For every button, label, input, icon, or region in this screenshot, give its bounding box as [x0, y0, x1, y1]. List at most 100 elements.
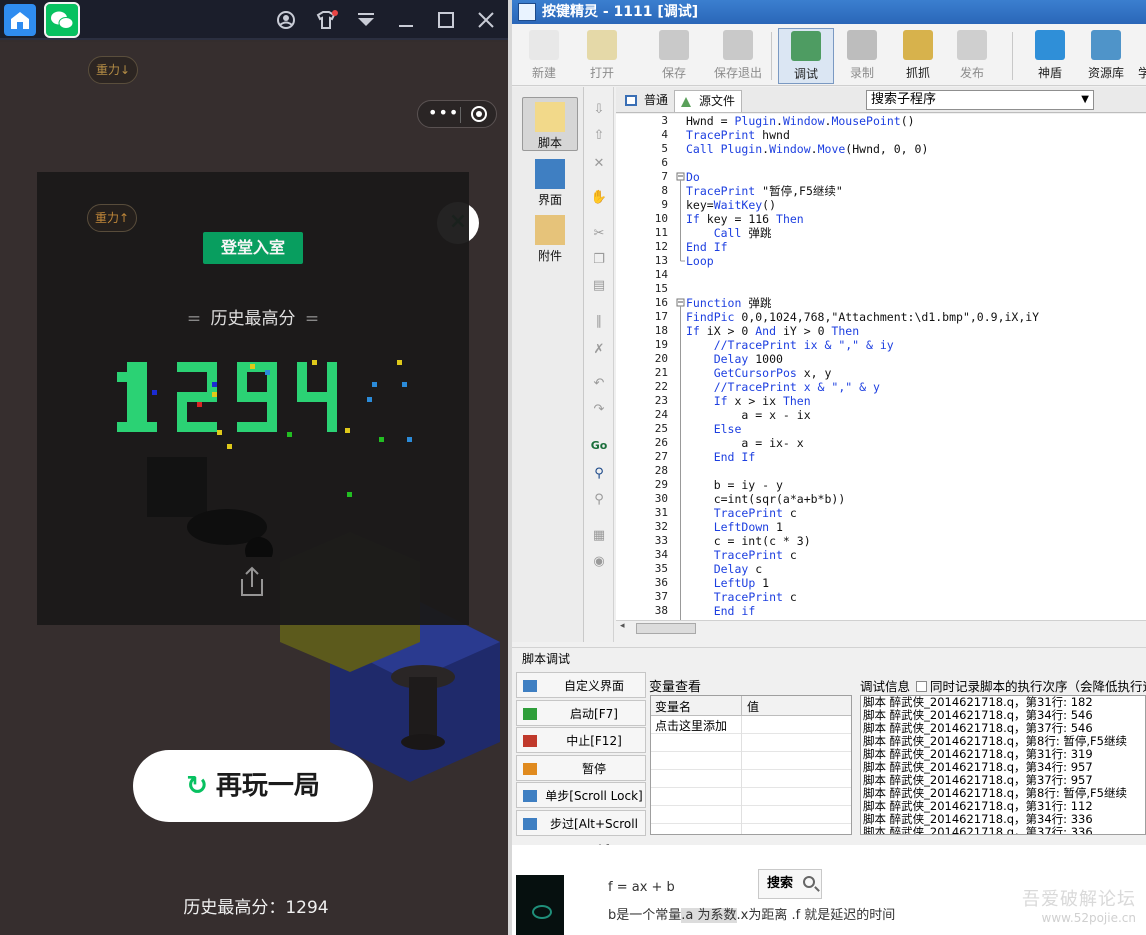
rank-badge-button[interactable]: 登堂入室 [203, 232, 303, 264]
score-digit [237, 362, 277, 432]
step-button[interactable]: 单步[Scroll Lock] [516, 782, 646, 808]
subroutine-search-select[interactable]: 搜索子程序 ▼ [866, 90, 1094, 110]
step-over-button[interactable]: 步过[Alt+Scroll Lock] [516, 809, 646, 857]
delete-icon[interactable]: ✕ [590, 155, 608, 173]
miniprogram-capsule[interactable]: ••• [417, 100, 497, 128]
copy-icon[interactable]: ❐ [590, 251, 608, 269]
code-line: If x > ix Then [713, 394, 811, 408]
find-icon[interactable]: ⚲ [590, 465, 608, 483]
ide-title: 按键精灵 - 1111 [调试] [542, 4, 699, 20]
close-window-icon[interactable] [475, 10, 497, 30]
table-row [651, 808, 851, 824]
breakpoint-gutter[interactable] [616, 114, 636, 620]
toolbar-record-camera-button[interactable]: 录制 [834, 28, 890, 84]
tab-normal[interactable]: 普通 [620, 90, 674, 112]
pause-button[interactable]: 暂停[Pause/Break] [516, 754, 646, 802]
line-number: 30 [654, 492, 668, 505]
account-icon[interactable] [275, 10, 297, 30]
dropdown-arrow-icon[interactable] [355, 10, 377, 30]
line-number: 23 [654, 394, 668, 407]
search-button[interactable]: 搜索 [758, 869, 822, 899]
script-icon [535, 102, 565, 132]
exit-miniprogram-icon[interactable] [471, 106, 487, 122]
toolbar-learn-button[interactable]: 学 [1134, 28, 1146, 84]
source-file-icon [681, 97, 691, 107]
debug-button-label: 单步[Scroll Lock] [545, 789, 643, 803]
redo-icon[interactable]: ↷ [590, 401, 608, 419]
add-variable-row[interactable]: 点击这里添加 [651, 718, 851, 734]
code-line: a = ix- x [686, 436, 804, 450]
wechat-app-tab[interactable] [44, 2, 80, 38]
toolbar-new-doc-button[interactable]: 新建 [516, 28, 572, 84]
toolbar-open-folder-button[interactable]: 打开 [574, 28, 630, 84]
play-button[interactable]: 启动[F7] [516, 699, 646, 726]
minimize-icon[interactable] [395, 10, 417, 30]
comment-icon[interactable]: ∥ [590, 313, 608, 331]
wechat-icon [51, 11, 74, 29]
toolbar-debug-button[interactable]: 调试 [778, 28, 834, 84]
scroll-left-icon[interactable]: ◂ [620, 621, 625, 631]
record-order-checkbox[interactable] [916, 681, 928, 692]
toolbar-shield-button[interactable]: 神盾 [1022, 28, 1078, 84]
nav-interface[interactable]: 界面 [522, 155, 578, 209]
code-line: Call Plugin.Window.Move(Hwnd, 0, 0) [686, 142, 929, 156]
code-editor[interactable]: 3 4 5 6 7 8 9 10 11 12 13 14 15 16 17 18 19 20 21 22 23 24 25 2… [636, 114, 1146, 620]
code-line: If iX > 0 And iY > 0 Then [686, 324, 860, 338]
attachment-icon [535, 215, 565, 245]
normal-view-icon [625, 95, 637, 106]
nav-attachment[interactable]: 附件 [522, 211, 578, 265]
save-icon [659, 30, 689, 60]
line-number: 9 [661, 198, 668, 211]
line-number: 15 [654, 282, 668, 295]
paste-icon[interactable]: ▤ [590, 277, 608, 295]
debug-log[interactable]: 脚本 醉武侠_2014621718.q，第31行: 182 脚本 醉武侠_2014… [860, 695, 1146, 835]
hand-tool-icon[interactable]: ✋ [590, 189, 608, 207]
app-logo-icon [518, 3, 536, 21]
label-dash-right: = [304, 309, 320, 329]
line-number: 34 [654, 548, 668, 561]
code-line: Delay 1000 [713, 352, 783, 366]
avatar [516, 875, 564, 935]
move-down-icon[interactable]: ⇩ [590, 101, 608, 119]
main-toolbar: 新建 打开 保存 保存退出 调试 录制 抓抓 发布 神盾 资源库学 [512, 24, 1146, 86]
desc-part-a: b是一个常量 [608, 908, 682, 923]
confetti [287, 432, 292, 437]
code-line: a = x - ix [686, 408, 811, 422]
label-dash-left: = [186, 309, 202, 329]
line-number: 26 [654, 436, 668, 449]
goto-icon[interactable]: Go [590, 437, 608, 455]
replay-button[interactable]: ↻ 再玩一局 [133, 750, 373, 822]
toolbar-resource-library-button[interactable]: 资源库 [1078, 28, 1134, 84]
share-icon[interactable] [237, 565, 267, 599]
move-up-icon[interactable]: ⇧ [590, 127, 608, 145]
toolbar-save-button[interactable]: 保存 [646, 28, 702, 84]
tab-source[interactable]: 源文件 [674, 90, 743, 112]
replace-icon[interactable]: ⚲ [590, 491, 608, 509]
maximize-icon[interactable] [435, 10, 457, 30]
nav-script[interactable]: 脚本 [522, 97, 578, 151]
view-icon[interactable]: ◉ [590, 553, 608, 571]
code-line: End If [686, 240, 728, 254]
cut-icon[interactable]: ✂ [590, 225, 608, 243]
toolbar-publish-globe-button[interactable]: 发布 [944, 28, 1000, 84]
forum-page-strip: f = ax + b 搜索 b是一个常量.a 为系数.x为距离 .f 就是延迟的… [512, 845, 1146, 935]
bottom-history-score: 历史最高分：1294 [183, 898, 329, 918]
toolbar-separator [1012, 32, 1013, 80]
uncomment-icon[interactable]: ✗ [590, 341, 608, 359]
more-options-icon[interactable]: ••• [428, 103, 459, 122]
bookmark-icon[interactable]: ▦ [590, 527, 608, 545]
skin-shirt-icon[interactable] [314, 10, 338, 30]
stop-button[interactable]: 中止[F12] [516, 727, 646, 753]
horizontal-scrollbar[interactable]: ◂ [616, 620, 1146, 636]
undo-icon[interactable]: ↶ [590, 375, 608, 393]
custom-ui-button[interactable]: 自定义界面 [516, 672, 646, 698]
line-number: 17 [654, 310, 668, 323]
toolbar-label: 抓抓 [905, 66, 930, 80]
home-app-tab[interactable] [4, 4, 36, 36]
toolbar-grab-hand-button[interactable]: 抓抓 [890, 28, 946, 84]
scrollbar-thumb[interactable] [636, 623, 696, 634]
line-number: 14 [654, 268, 668, 281]
code-line: TracePrint "暂停,F5继续" [686, 184, 843, 198]
toolbar-save-exit-button[interactable]: 保存退出 [710, 28, 766, 84]
